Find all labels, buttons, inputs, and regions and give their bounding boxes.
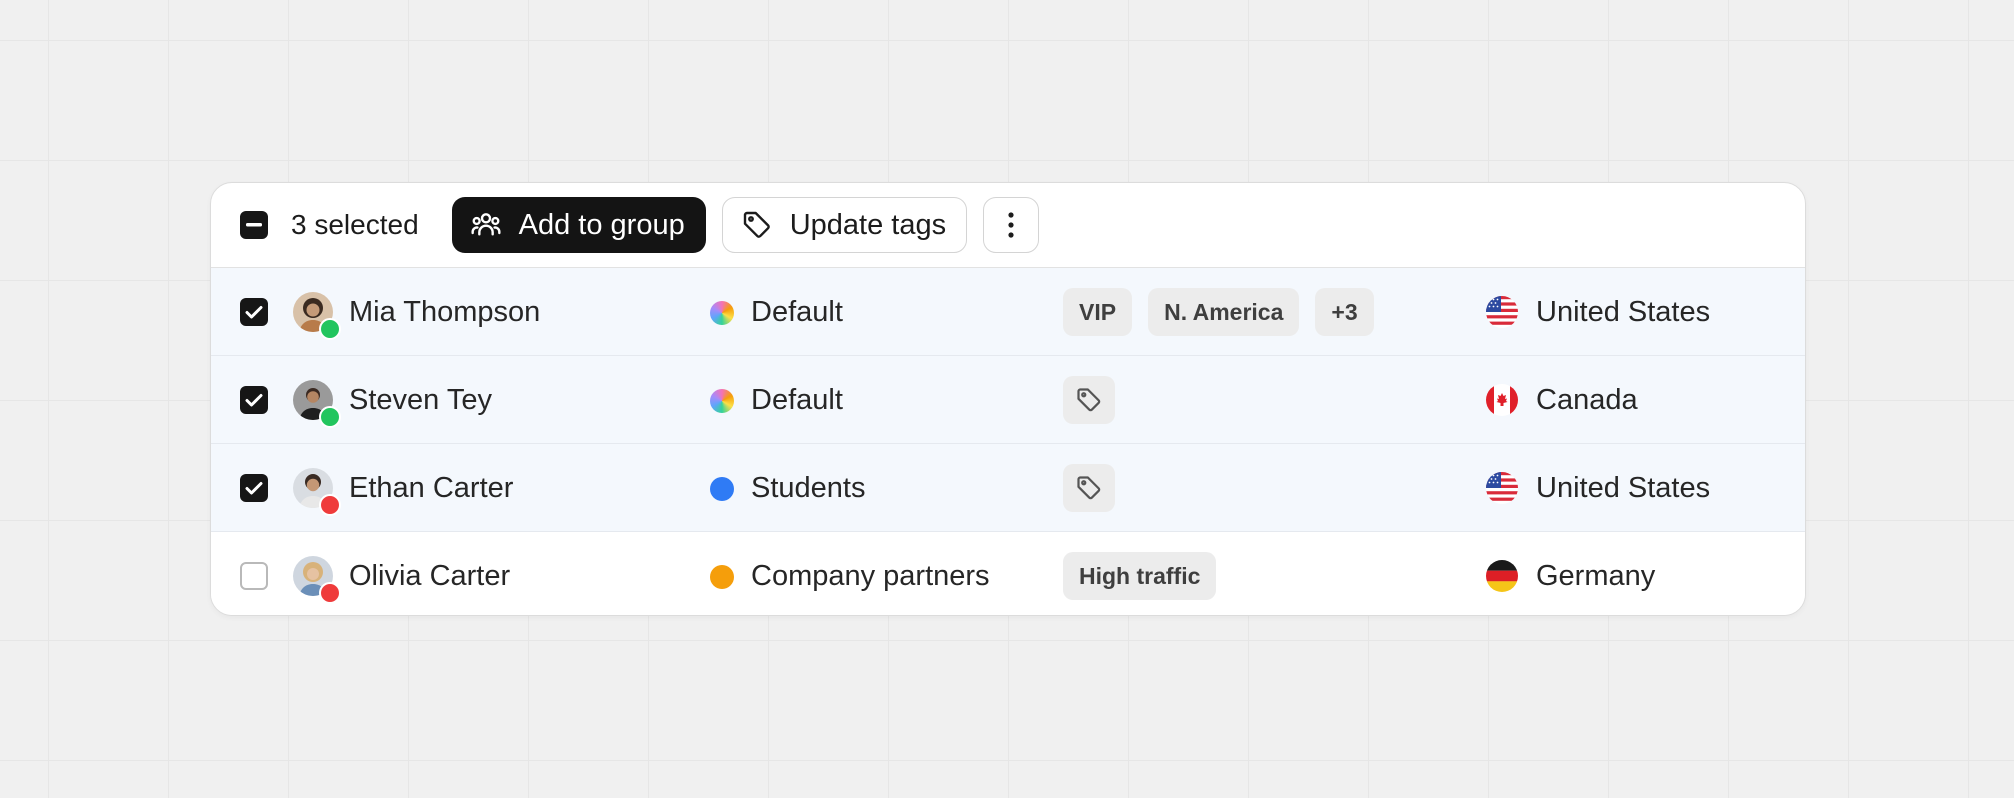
add-to-group-label: Add to group	[518, 208, 685, 241]
check-icon	[245, 394, 263, 407]
more-actions-button[interactable]	[983, 197, 1040, 253]
check-icon	[245, 482, 263, 495]
group-label: Default	[751, 296, 843, 328]
tag-list	[1063, 464, 1115, 512]
online-status-indicator	[319, 406, 341, 428]
country-label: United States	[1536, 472, 1711, 504]
row-checkbox[interactable]	[240, 562, 268, 590]
us-flag-icon	[1486, 472, 1518, 504]
offline-status-indicator	[319, 582, 341, 604]
selected-count: 3 selected	[291, 209, 419, 240]
group-label: Students	[751, 472, 866, 504]
table-row[interactable]: Olivia Carter Company partners High traf…	[211, 532, 1805, 615]
contact-name: Olivia Carter	[349, 560, 511, 592]
select-all-checkbox[interactable]	[240, 211, 268, 239]
country-label: Canada	[1536, 384, 1638, 416]
group-label: Default	[751, 384, 843, 416]
contact-name: Ethan Carter	[349, 472, 514, 504]
tag-list: High traffic	[1063, 552, 1217, 600]
country-label: United States	[1536, 296, 1711, 328]
tag-badge[interactable]: VIP	[1063, 288, 1133, 336]
more-tags-badge[interactable]: +3	[1315, 288, 1374, 336]
contact-name: Steven Tey	[349, 384, 492, 416]
row-checkbox[interactable]	[240, 298, 268, 326]
country-label: Germany	[1536, 560, 1656, 592]
group-color-dot	[710, 565, 734, 589]
group-label: Company partners	[751, 560, 990, 592]
tag-icon	[1077, 388, 1101, 412]
table-row[interactable]: Mia Thompson Default VIP N. America +3 U…	[211, 268, 1805, 356]
row-checkbox[interactable]	[240, 386, 268, 414]
us-flag-icon	[1486, 296, 1518, 328]
row-checkbox[interactable]	[240, 474, 268, 502]
tag-badge[interactable]: N. America	[1148, 288, 1300, 336]
tag-badge[interactable]: High traffic	[1063, 552, 1217, 600]
update-tags-button[interactable]: Update tags	[721, 197, 968, 253]
germany-flag-icon	[1486, 560, 1518, 592]
tag-icon	[741, 209, 773, 241]
update-tags-label: Update tags	[789, 208, 947, 241]
add-to-group-button[interactable]: Add to group	[451, 197, 706, 253]
online-status-indicator	[319, 318, 341, 340]
bulk-action-toolbar: 3 selected Add to group Update tags	[211, 183, 1805, 268]
avatar	[293, 292, 341, 340]
minus-icon	[246, 223, 262, 227]
group-color-dot	[710, 477, 734, 501]
canada-flag-icon	[1486, 384, 1518, 416]
check-icon	[245, 306, 263, 319]
more-vertical-icon	[1008, 212, 1014, 238]
table-row[interactable]: Steven Tey Default Canada	[211, 356, 1805, 444]
avatar	[293, 556, 341, 604]
tag-list	[1063, 376, 1115, 424]
add-tag-button[interactable]	[1063, 376, 1115, 424]
users-icon	[470, 209, 502, 241]
contact-name: Mia Thompson	[349, 296, 541, 328]
tag-list: VIP N. America +3	[1063, 288, 1374, 336]
group-color-dot	[710, 389, 734, 413]
group-color-dot	[710, 301, 734, 325]
add-tag-button[interactable]	[1063, 464, 1115, 512]
offline-status-indicator	[319, 494, 341, 516]
tag-icon	[1077, 476, 1101, 500]
contacts-table: 3 selected Add to group Update tags Mia …	[210, 182, 1806, 616]
avatar	[293, 468, 341, 516]
avatar	[293, 380, 341, 428]
table-row[interactable]: Ethan Carter Students United States	[211, 444, 1805, 532]
